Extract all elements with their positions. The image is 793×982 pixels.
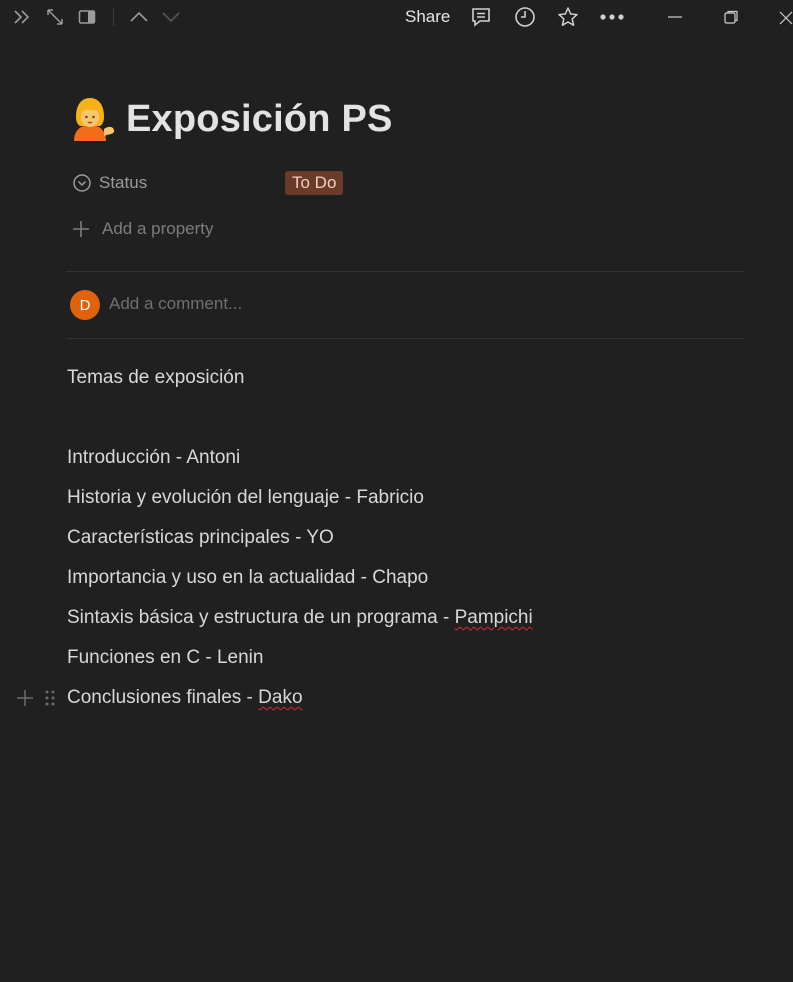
add-block-plus-icon[interactable] (15, 688, 35, 708)
list-item[interactable]: Funciones en C - Lenin (67, 647, 263, 669)
page-title[interactable]: Exposición PS (126, 98, 393, 141)
status-property-icon-wrap (72, 171, 92, 195)
top-bar: Share (0, 0, 793, 34)
minimize-icon[interactable] (664, 7, 686, 27)
misspelled-name: Dako (258, 687, 303, 708)
avatar: D (70, 290, 100, 320)
list-item[interactable]: Importancia y uso en la actualidad - Cha… (67, 567, 428, 589)
expand-arrows-icon[interactable] (45, 7, 65, 27)
woman-tipping-hand-emoji-icon[interactable] (66, 95, 116, 143)
misspelled-name: Pampichi (454, 607, 533, 628)
more-options-icon[interactable] (598, 5, 626, 29)
add-property-button[interactable]: Add a property (72, 219, 214, 239)
restore-window-icon[interactable] (720, 7, 742, 27)
content-heading[interactable]: Temas de exposición (67, 367, 244, 389)
add-property-label: Add a property (102, 219, 214, 238)
chevron-down-icon[interactable] (160, 7, 182, 27)
side-peek-icon[interactable] (77, 7, 97, 27)
divider (66, 271, 745, 272)
status-badge[interactable]: To Do (285, 171, 344, 195)
page-header: Exposición PS (66, 95, 393, 143)
collapse-sidebar-icon[interactable] (11, 7, 33, 27)
history-clock-icon[interactable] (513, 5, 537, 29)
chevron-up-icon[interactable] (128, 7, 150, 27)
plus-icon (73, 221, 89, 237)
list-item-text: Conclusiones finales - (67, 687, 259, 708)
status-icon (73, 174, 91, 192)
status-property-label[interactable]: Status (99, 173, 147, 193)
comment-icon[interactable] (469, 5, 493, 29)
close-window-icon[interactable] (777, 7, 793, 27)
divider (66, 338, 745, 339)
comment-input[interactable]: Add a comment... (109, 294, 242, 314)
favorite-star-icon[interactable] (556, 5, 580, 29)
list-item-text: Sintaxis básica y estructura de un progr… (67, 607, 455, 628)
drag-handle-icon[interactable] (44, 688, 56, 708)
list-item[interactable]: Características principales - YO (67, 527, 334, 549)
list-item[interactable]: Sintaxis básica y estructura de un progr… (67, 607, 533, 629)
list-item[interactable]: Introducción - Antoni (67, 447, 240, 469)
list-item[interactable]: Historia y evolución del lenguaje - Fabr… (67, 487, 424, 509)
toolbar-divider (113, 8, 114, 26)
share-button[interactable]: Share (405, 7, 450, 27)
list-item[interactable]: Conclusiones finales - Dako (67, 687, 303, 709)
